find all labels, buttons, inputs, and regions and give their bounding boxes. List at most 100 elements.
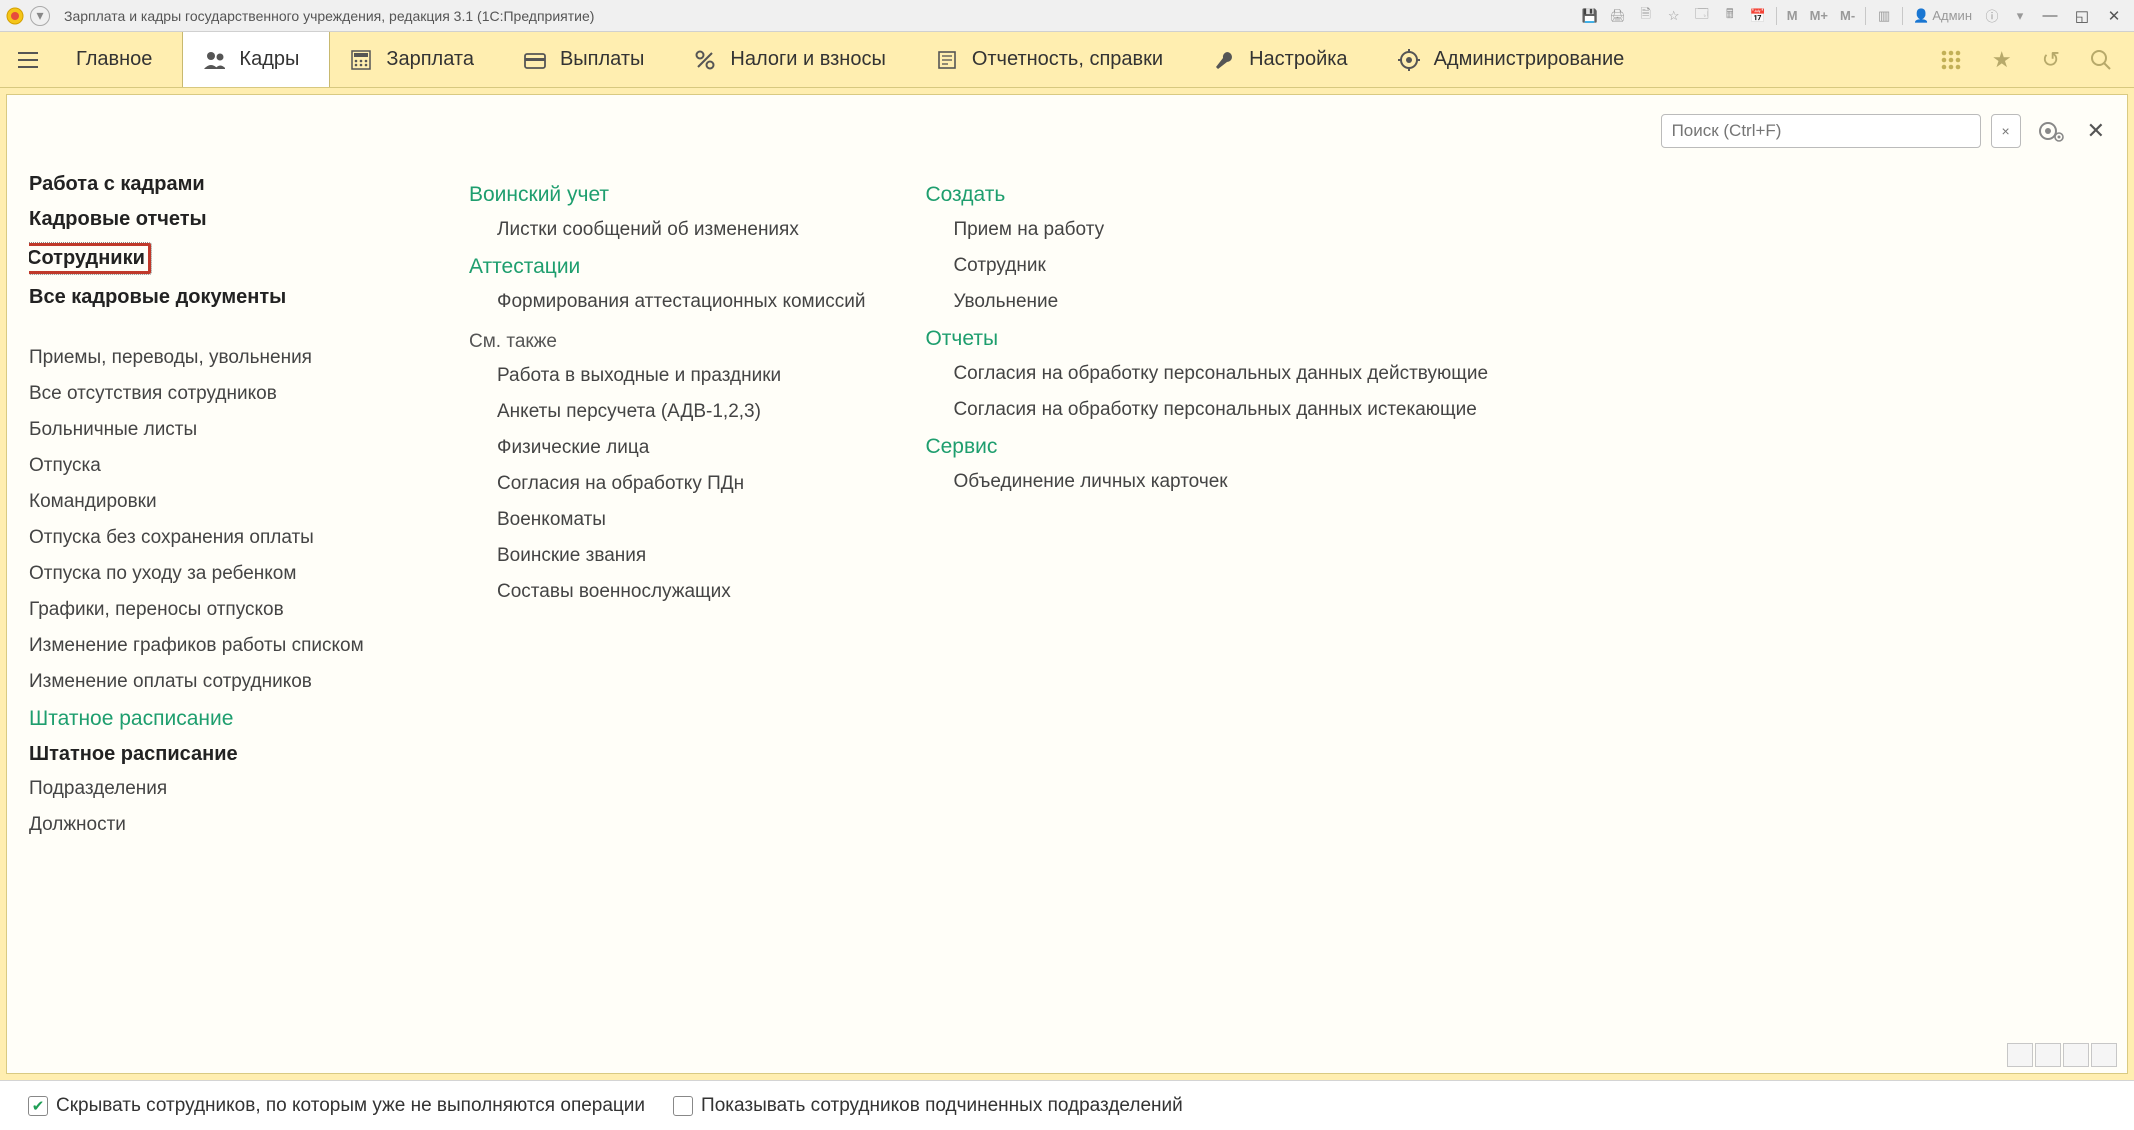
maximize-button[interactable]: ◱: [2068, 5, 2096, 27]
nav-label: Отчетность, справки: [972, 48, 1163, 71]
calc-icon[interactable]: 🖩: [1718, 5, 1742, 27]
page-next-button[interactable]: [2063, 1043, 2089, 1067]
link[interactable]: Прием на работу: [925, 219, 1488, 241]
nav-item-5[interactable]: Отчетность, справки: [916, 32, 1193, 87]
main-nav: Главное Кадры Зарплата Выплаты Налоги и взно…: [0, 32, 2134, 88]
link[interactable]: Изменение графиков работы списком: [29, 635, 409, 657]
link[interactable]: Согласия на обработку персональных данны…: [925, 399, 1488, 421]
link[interactable]: Воинские звания: [469, 545, 865, 567]
close-panel-button[interactable]: ✕: [2087, 118, 2105, 144]
m-button[interactable]: M: [1783, 5, 1802, 27]
settings-icon[interactable]: [2037, 120, 2065, 142]
link[interactable]: Анкеты персучета (АДВ-1,2,3): [469, 401, 865, 423]
close-window-button[interactable]: ✕: [2100, 5, 2128, 27]
nav-label: Главное: [76, 48, 152, 71]
columns: Работа с кадрами Кадровые отчеты Сотрудник…: [29, 173, 2105, 1065]
link[interactable]: Командировки: [29, 491, 409, 513]
column-3: Создать Прием на работуСотрудникУвольнен…: [925, 173, 1488, 1065]
link[interactable]: Отпуска: [29, 455, 409, 477]
link[interactable]: Отпуска без сохранения оплаты: [29, 527, 409, 549]
link[interactable]: Графики, переносы отпусков: [29, 599, 409, 621]
m-plus-button[interactable]: M+: [1806, 5, 1832, 27]
calendar-icon[interactable]: 📅: [1746, 5, 1770, 27]
link[interactable]: Сотрудник: [925, 255, 1488, 277]
column-2: Воинский учет Листки сообщений об измене…: [469, 173, 865, 1065]
link[interactable]: Больничные листы: [29, 419, 409, 441]
print-icon[interactable]: 🖨: [1606, 5, 1630, 27]
page-first-button[interactable]: [2007, 1043, 2033, 1067]
nav-label: Налоги и взносы: [730, 48, 885, 71]
link[interactable]: Составы военнослужащих: [469, 581, 865, 603]
bottom-bar: ✔ Скрывать сотрудников, по которым уже н…: [0, 1080, 2134, 1130]
separator: [1902, 7, 1903, 25]
star-outline-icon[interactable]: ☆: [1662, 5, 1686, 27]
link[interactable]: Физические лица: [469, 437, 865, 459]
help-dropdown-icon[interactable]: ▾: [2008, 5, 2032, 27]
link[interactable]: Военкоматы: [469, 509, 865, 531]
link[interactable]: Согласия на обработку ПДн: [469, 473, 865, 495]
history-icon[interactable]: ↺: [2042, 47, 2060, 73]
show-subord-checkbox[interactable]: Показывать сотрудников подчиненных подра…: [673, 1095, 1183, 1117]
layout-icon[interactable]: ▥: [1872, 5, 1896, 27]
column-1: Работа с кадрами Кадровые отчеты Сотрудник…: [29, 173, 409, 1065]
nav-label: Настройка: [1249, 48, 1347, 71]
nav-item-4[interactable]: Налоги и взносы: [674, 32, 915, 87]
titlebar: ▾ Зарплата и кадры государственного учре…: [0, 0, 2134, 32]
search-input[interactable]: [1661, 114, 1981, 148]
link[interactable]: Согласия на обработку персональных данны…: [925, 363, 1488, 385]
minimize-button[interactable]: —: [2036, 5, 2064, 27]
link[interactable]: Отпуска по уходу за ребенком: [29, 563, 409, 585]
nav-item-1[interactable]: Кадры: [182, 32, 330, 87]
link[interactable]: Работа в выходные и праздники: [469, 365, 865, 387]
star-icon[interactable]: ★: [1992, 47, 2012, 73]
group-title-reports: Отчеты: [925, 327, 1488, 351]
grid-icon[interactable]: [1940, 49, 1962, 71]
menu-icon: [17, 49, 39, 71]
save-icon[interactable]: 💾: [1578, 5, 1602, 27]
link[interactable]: Изменение оплаты сотрудников: [29, 671, 409, 693]
page-prev-button[interactable]: [2035, 1043, 2061, 1067]
nav-label: Кадры: [239, 48, 299, 71]
hide-employees-checkbox[interactable]: ✔ Скрывать сотрудников, по которым уже н…: [28, 1095, 645, 1117]
nav-item-3[interactable]: Выплаты: [504, 32, 674, 87]
separator: [1776, 7, 1777, 25]
info-icon[interactable]: ⓘ: [1980, 5, 2004, 27]
wrench-icon: [1213, 49, 1235, 71]
link[interactable]: Увольнение: [925, 291, 1488, 313]
app-icon: [6, 7, 24, 25]
bold-link[interactable]: Сотрудники: [29, 243, 151, 274]
page-last-button[interactable]: [2091, 1043, 2117, 1067]
window-title: Зарплата и кадры государственного учрежд…: [64, 8, 1572, 24]
nav-item-7[interactable]: Администрирование: [1378, 32, 1655, 87]
bold-link[interactable]: Кадровые отчеты: [29, 208, 207, 231]
bold-link[interactable]: Работа с кадрами: [29, 173, 205, 196]
report-icon: [936, 49, 958, 71]
panel-toolbar: × ✕: [29, 109, 2105, 153]
link[interactable]: Приемы, переводы, увольнения: [29, 347, 409, 369]
clear-search-button[interactable]: ×: [1991, 114, 2021, 148]
nav-label: Зарплата: [386, 48, 474, 71]
doc-icon[interactable]: 🗎: [1634, 5, 1658, 27]
hamburger-button[interactable]: [0, 32, 56, 87]
nav-right-icons: ★ ↺: [1940, 32, 2134, 87]
user-icon: 👤: [1913, 8, 1929, 24]
user-label[interactable]: 👤 Админ: [1909, 8, 1976, 24]
bold-link[interactable]: Все кадровые документы: [29, 286, 286, 309]
paging-buttons: [2007, 1043, 2117, 1067]
bold-link-staffing[interactable]: Штатное расписание: [29, 743, 238, 766]
link[interactable]: Объединение личных карточек: [925, 471, 1488, 493]
titlebar-right: 💾 🖨 🗎 ☆ 🗔 🖩 📅 M M+ M- ▥ 👤 Админ ⓘ ▾ — ◱ …: [1578, 5, 2128, 27]
link[interactable]: Должности: [29, 814, 409, 836]
link[interactable]: Листки сообщений об изменениях: [469, 219, 865, 241]
group-title-staffing: Штатное расписание: [29, 707, 409, 731]
link[interactable]: Формирования аттестационных комиссий: [469, 291, 865, 313]
search-nav-icon[interactable]: [2090, 49, 2112, 71]
link[interactable]: Все отсутствия сотрудников: [29, 383, 409, 405]
nav-item-6[interactable]: Настройка: [1193, 32, 1377, 87]
link[interactable]: Подразделения: [29, 778, 409, 800]
nav-item-2[interactable]: Зарплата: [330, 32, 504, 87]
nav-item-0[interactable]: Главное: [56, 32, 182, 87]
dropdown-icon[interactable]: ▾: [30, 6, 50, 26]
browse-icon[interactable]: 🗔: [1690, 5, 1714, 27]
m-minus-button[interactable]: M-: [1836, 5, 1859, 27]
